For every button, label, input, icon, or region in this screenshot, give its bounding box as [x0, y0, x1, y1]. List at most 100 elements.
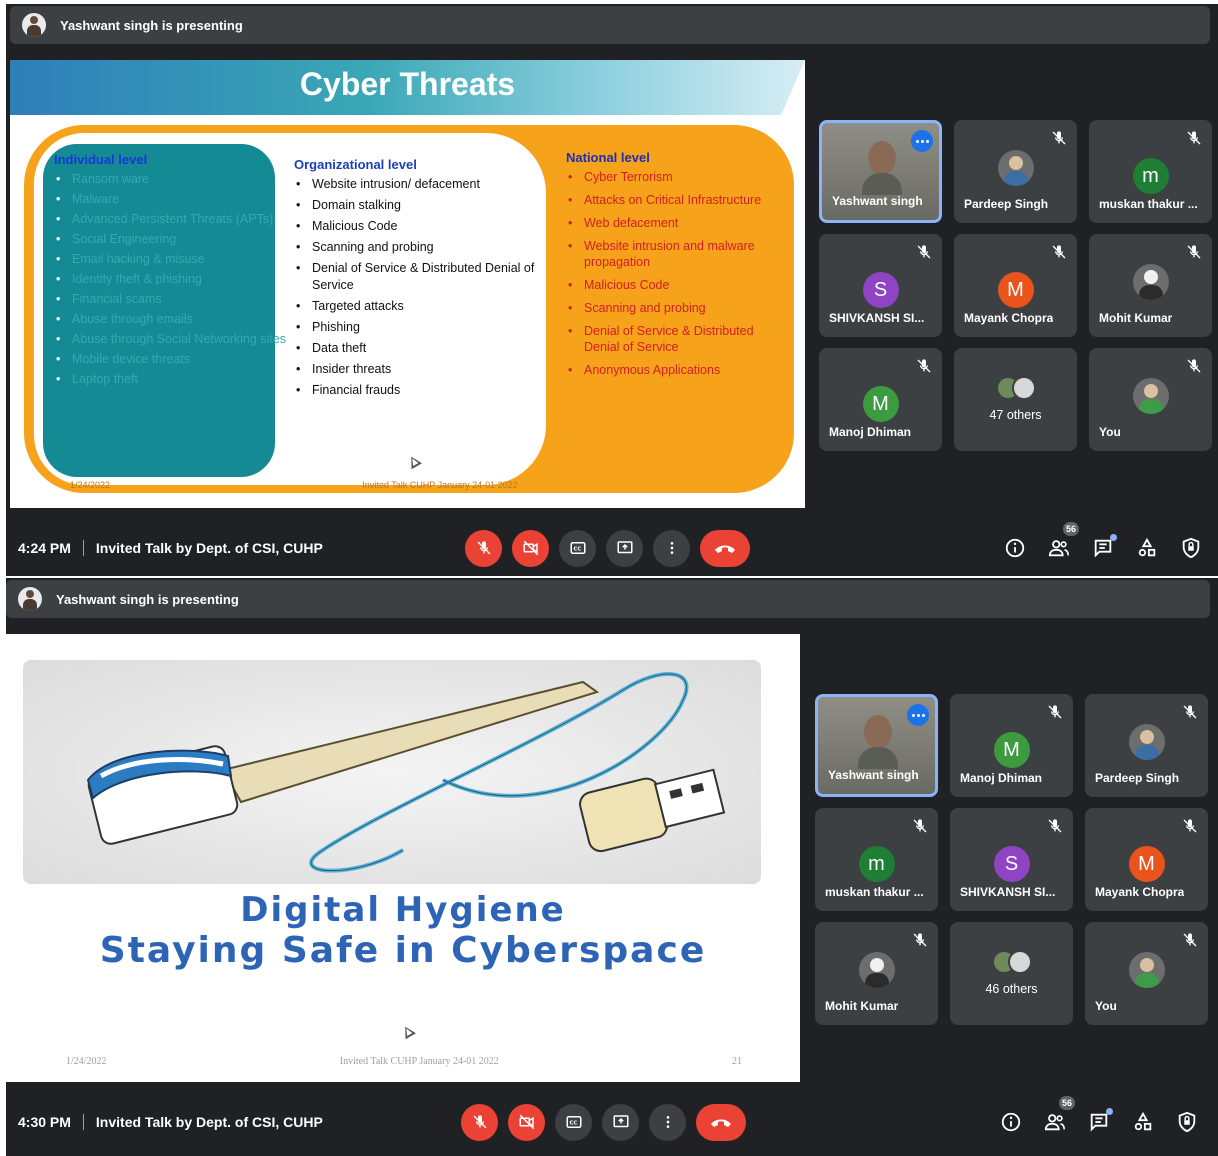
meeting-title[interactable]: Invited Talk by Dept. of CSI, CUHP [96, 540, 323, 556]
toothbrush-usb-illustration [23, 660, 761, 884]
chat-button[interactable] [1087, 1108, 1113, 1134]
more-options-icon[interactable] [911, 130, 933, 152]
participant-avatar: m [858, 846, 895, 882]
meeting-info: 4:24 PM Invited Talk by Dept. of CSI, CU… [18, 540, 323, 556]
participant-tile[interactable]: Pardeep Singh [954, 120, 1077, 223]
participant-grid: Yashwant singh Pardeep Singh m muskan thaku… [819, 120, 1212, 451]
mic-off-button[interactable] [465, 529, 502, 567]
host-controls-icon [1180, 537, 1202, 559]
mic-off-button[interactable] [461, 1103, 498, 1141]
info-button[interactable] [1003, 536, 1027, 560]
participant-tile[interactable]: m muskan thakur ... [815, 808, 938, 911]
more-options-icon[interactable] [907, 704, 929, 726]
participant-avatar [1132, 264, 1169, 300]
threat-item: Identity theft & phishing [54, 271, 294, 288]
present-screen-button[interactable] [606, 529, 643, 567]
camera-off-button[interactable] [508, 1103, 545, 1141]
mic-off-icon [1182, 932, 1198, 948]
mic-off-icon [1047, 704, 1063, 720]
participant-tile[interactable]: You [1089, 348, 1212, 451]
captions-button[interactable]: CC [559, 529, 596, 567]
presenting-bar[interactable]: Yashwant singh is presenting [6, 580, 1210, 618]
info-button[interactable] [999, 1110, 1023, 1134]
others-count-label: 47 others [989, 408, 1042, 422]
activities-button[interactable] [1135, 536, 1159, 560]
participant-tile[interactable]: S SHIVKANSH SI... [819, 234, 942, 337]
mic-off-icon [916, 358, 932, 374]
meeting-window-top: Yashwant singh is presenting Cyber Threa… [6, 4, 1218, 576]
participant-tile[interactable]: Mohit Kumar [1089, 234, 1212, 337]
captions-button[interactable]: CC [555, 1103, 592, 1141]
mic-off-icon [1047, 818, 1063, 834]
participant-count-badge: 56 [1058, 1096, 1075, 1110]
slide-footer: 1/24/2022 Invited Talk CUHP January 24-0… [70, 480, 770, 490]
info-icon [1000, 1111, 1022, 1133]
slide-footer-center: Invited Talk CUHP January 24-01 2022 [362, 480, 518, 490]
participant-tile[interactable]: M Mayank Chopra [1085, 808, 1208, 911]
unread-dot [1110, 534, 1117, 541]
participant-tile[interactable]: M Mayank Chopra [954, 234, 1077, 337]
meeting-title[interactable]: Invited Talk by Dept. of CSI, CUHP [96, 1114, 323, 1130]
participant-tile[interactable]: Pardeep Singh [1085, 694, 1208, 797]
mouse-cursor-icon [400, 1023, 416, 1040]
threat-item: Financial scams [54, 291, 294, 308]
participant-tile[interactable]: M Manoj Dhiman [819, 348, 942, 451]
info-icon [1004, 537, 1026, 559]
call-controls: CC [461, 1103, 746, 1141]
more-options-button[interactable] [649, 1103, 686, 1141]
participant-name: Pardeep Singh [1095, 771, 1180, 785]
mic-off-icon [1186, 130, 1202, 146]
camera-off-button[interactable] [512, 529, 549, 567]
participant-tile[interactable]: 47 others [954, 348, 1077, 451]
end-call-button[interactable] [696, 1103, 746, 1141]
host-controls-button[interactable] [1175, 1110, 1199, 1134]
presenting-text: Yashwant singh is presenting [60, 17, 243, 33]
participant-name: Yashwant singh [832, 194, 923, 208]
present-screen-button[interactable] [602, 1103, 639, 1141]
mic-off-icon [472, 1114, 488, 1130]
participant-tile[interactable]: Yashwant singh [815, 694, 938, 797]
participant-tile[interactable]: S SHIVKANSH SI... [950, 808, 1073, 911]
column-heading: National level [566, 150, 650, 165]
threat-list: Cyber Terrorism Attacks on Critical Infra… [566, 169, 786, 378]
participant-video [860, 135, 904, 195]
participant-avatar: M [862, 386, 899, 422]
threat-item: Social Engineering [54, 231, 294, 248]
participant-avatar [1132, 378, 1169, 414]
participant-name: You [1095, 999, 1117, 1013]
meeting-window-bottom: Yashwant singh is presenting Digital Hyg… [6, 578, 1218, 1156]
host-controls-button[interactable] [1179, 536, 1203, 560]
others-count-label: 46 others [985, 982, 1038, 996]
activities-button[interactable] [1131, 1110, 1155, 1134]
slide-title: Cyber Threats [299, 66, 516, 102]
end-call-icon [713, 541, 737, 555]
participant-name: Mohit Kumar [1099, 311, 1173, 325]
more-options-button[interactable] [653, 529, 690, 567]
participant-tile[interactable]: Mohit Kumar [815, 922, 938, 1025]
more-options-icon [664, 540, 680, 556]
participant-tile[interactable]: You [1085, 922, 1208, 1025]
slide-footer-center: Invited Talk CUHP January 24-01 2022 [339, 1056, 499, 1067]
participant-tile[interactable]: M Manoj Dhiman [950, 694, 1073, 797]
threat-item: Email hacking & misuse [54, 251, 294, 268]
threat-item: Scanning and probing [566, 300, 786, 316]
presenting-bar[interactable]: Yashwant singh is presenting [10, 6, 1210, 44]
threat-item: Website intrusion/ defacement [294, 176, 544, 193]
participant-tile[interactable]: 46 others [950, 922, 1073, 1025]
threat-item: Web defacement [566, 215, 786, 231]
end-call-button[interactable] [700, 529, 750, 567]
threat-item: Data theft [294, 340, 544, 357]
participant-name: SHIVKANSH SI... [960, 885, 1056, 899]
participant-tile[interactable]: m muskan thakur ... [1089, 120, 1212, 223]
unread-dot [1106, 1108, 1113, 1115]
participant-avatar: m [1132, 158, 1169, 194]
meeting-side-actions: 56 [1003, 522, 1203, 560]
participant-tile[interactable]: Yashwant singh [819, 120, 942, 223]
people-button[interactable]: 56 [1047, 522, 1079, 560]
participant-name: Mohit Kumar [825, 999, 899, 1013]
participant-avatar: S [993, 846, 1030, 882]
chat-button[interactable] [1091, 534, 1117, 560]
presenter-avatar [18, 587, 42, 611]
people-button[interactable]: 56 [1043, 1096, 1075, 1134]
mic-off-icon [916, 244, 932, 260]
